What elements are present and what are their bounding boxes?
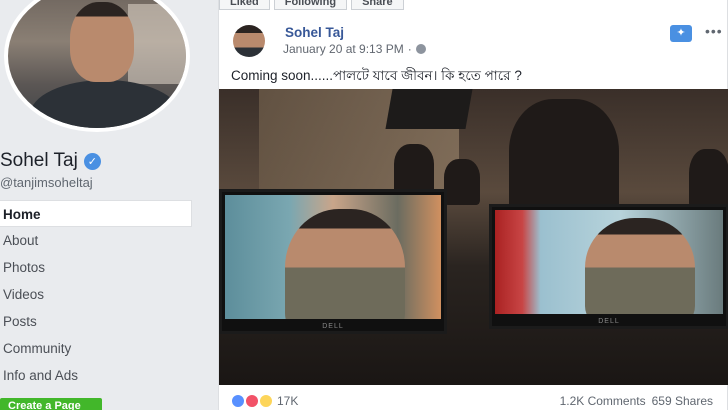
sidebar-item-videos[interactable]: Videos	[0, 281, 192, 308]
comments-count[interactable]: 1.2K Comments	[560, 394, 646, 408]
love-reaction-icon	[245, 394, 259, 408]
globe-icon[interactable]	[415, 44, 426, 54]
shares-count[interactable]: 659 Shares	[652, 394, 713, 408]
share-button[interactable]: Share	[351, 0, 404, 10]
monitor-brand: DELL	[322, 323, 344, 330]
post-photo[interactable]: DELL DELL	[219, 89, 728, 385]
profile-shoulders	[30, 80, 180, 128]
left-sidebar: Sohel Taj ✓ @tanjimsoheltaj Home About P…	[0, 0, 200, 410]
sidebar-item-info-and-ads[interactable]: Info and Ads	[0, 362, 192, 389]
post-meta: January 20 at 9:13 PM ·	[283, 42, 426, 56]
profile-picture[interactable]	[4, 0, 190, 132]
photo-crew-person	[444, 159, 480, 205]
like-reaction-icon	[231, 394, 245, 408]
page-handle[interactable]: @tanjimsoheltaj	[0, 175, 93, 190]
post-text: Coming soon......পালটে যাবে জীবন। কি হতে…	[231, 68, 522, 83]
photo-monitor-right: DELL	[489, 204, 728, 329]
photo-crew-person	[394, 144, 434, 194]
photo-crew-person	[689, 149, 728, 209]
profile-head	[70, 2, 134, 82]
screen-person	[285, 209, 405, 319]
post-author[interactable]: Sohel Taj	[285, 25, 344, 40]
page-name[interactable]: Sohel Taj ✓	[0, 150, 101, 172]
liked-button[interactable]: Liked	[219, 0, 270, 10]
sidebar-item-home[interactable]: Home	[0, 200, 192, 227]
sidebar-item-photos[interactable]: Photos	[0, 254, 192, 281]
meta-separator: ·	[407, 42, 412, 56]
engagement-counts: 1.2K Comments 659 Shares	[560, 394, 713, 408]
pin-icon[interactable]: ✦	[670, 25, 692, 42]
monitor-screen	[225, 195, 441, 319]
post-card: Liked Following Share Sohel Taj January …	[218, 0, 728, 410]
more-options-icon[interactable]: •••	[705, 23, 723, 39]
sidebar-nav: Home About Photos Videos Posts Community…	[0, 200, 192, 389]
wow-reaction-icon	[259, 394, 273, 408]
screen-person	[585, 218, 695, 314]
reaction-count[interactable]: 17K	[277, 394, 298, 408]
monitor-screen	[495, 210, 723, 314]
monitor-brand: DELL	[598, 318, 620, 325]
author-avatar[interactable]	[233, 25, 265, 57]
sidebar-item-posts[interactable]: Posts	[0, 308, 192, 335]
verified-check-icon: ✓	[83, 152, 101, 170]
sidebar-item-about[interactable]: About	[0, 227, 192, 254]
profile-bg-panel	[128, 4, 186, 84]
page-name-text[interactable]: Sohel Taj	[0, 150, 78, 172]
post-timestamp[interactable]: January 20 at 9:13 PM	[283, 42, 404, 56]
create-page-button[interactable]: Create a Page	[0, 398, 102, 410]
photo-monitor-left: DELL	[219, 189, 447, 334]
reaction-summary[interactable]: 17K	[231, 394, 298, 408]
following-button[interactable]: Following	[273, 0, 348, 10]
page-action-bar: Liked Following Share	[219, 0, 404, 10]
photo-studio-light	[385, 89, 473, 129]
sidebar-item-community[interactable]: Community	[0, 335, 192, 362]
